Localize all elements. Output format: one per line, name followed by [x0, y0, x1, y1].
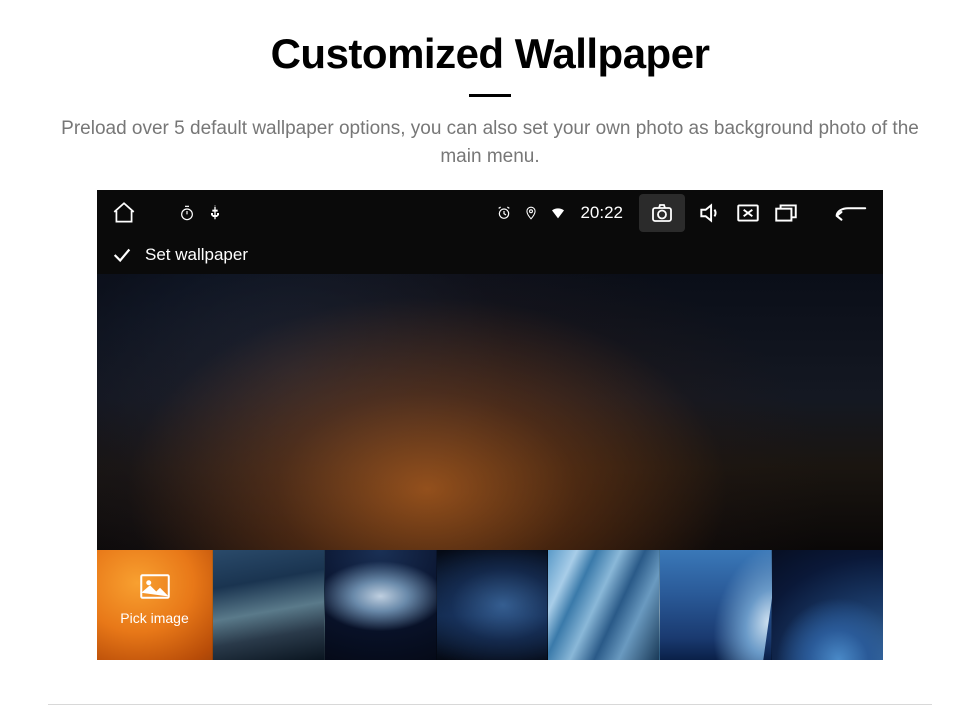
camera-icon[interactable] — [639, 194, 685, 232]
wallpaper-thumb-4[interactable] — [548, 550, 660, 660]
status-bar: 20:22 — [97, 190, 883, 236]
close-window-icon[interactable] — [735, 200, 761, 226]
timer-icon — [179, 205, 195, 221]
pick-image-button[interactable]: Pick image — [97, 550, 213, 660]
wallpaper-thumb-3[interactable] — [437, 550, 549, 660]
section-divider — [48, 704, 932, 705]
page-title: Customized Wallpaper — [48, 30, 932, 78]
image-icon — [140, 574, 170, 600]
action-bar-title: Set wallpaper — [145, 245, 248, 265]
back-icon[interactable] — [831, 201, 869, 225]
confirm-icon[interactable] — [111, 244, 133, 266]
location-icon — [524, 206, 538, 220]
volume-icon[interactable] — [697, 200, 723, 226]
alarm-icon — [496, 205, 512, 221]
recent-apps-icon[interactable] — [773, 200, 799, 226]
device-screenshot: 20:22 Set wallpaper — [97, 190, 883, 660]
wallpaper-thumb-6[interactable] — [772, 550, 883, 660]
title-divider — [469, 94, 511, 97]
pick-image-label: Pick image — [120, 610, 188, 626]
wallpaper-thumb-1[interactable] — [213, 550, 325, 660]
wallpaper-thumb-2[interactable] — [325, 550, 437, 660]
page-subtitle: Preload over 5 default wallpaper options… — [50, 115, 930, 170]
wallpaper-preview[interactable] — [97, 274, 883, 550]
action-bar: Set wallpaper — [97, 236, 883, 274]
status-time: 20:22 — [580, 203, 623, 223]
wifi-icon — [550, 205, 566, 221]
usb-icon — [207, 205, 223, 221]
wallpaper-thumbnails: Pick image — [97, 550, 883, 660]
home-icon[interactable] — [111, 200, 137, 226]
